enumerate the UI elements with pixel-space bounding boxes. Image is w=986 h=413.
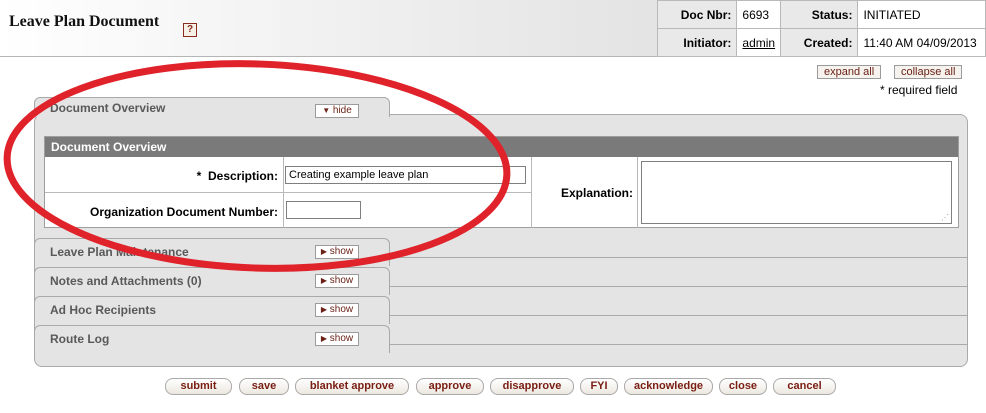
status-label: Status: [780, 0, 859, 29]
explanation-textarea[interactable]: ⋰ [641, 161, 952, 224]
divider [45, 192, 531, 193]
doc-nbr-label: Doc Nbr: [656, 0, 738, 29]
tab-title-ad-hoc-recipients: Ad Hoc Recipients [50, 303, 157, 317]
tab-title-leave-plan-maintenance: Leave Plan Maintenance [50, 245, 189, 259]
section-header: Document Overview [45, 137, 958, 157]
approve-button[interactable]: approve [416, 378, 484, 395]
show-route-log-button[interactable]: ▶ show [315, 332, 359, 346]
tab-title-document-overview: Document Overview [50, 101, 166, 115]
submit-button[interactable]: submit [165, 378, 232, 395]
divider [390, 344, 968, 345]
triangle-down-icon: ▼ [322, 106, 331, 115]
divider [390, 315, 968, 316]
show-leave-plan-maintenance-button[interactable]: ▶ show [315, 245, 359, 259]
tab-title-notes-and-attachments: Notes and Attachments (0) [50, 274, 202, 288]
initiator-label: Initiator: [656, 28, 738, 57]
blanket-approve-button[interactable]: blanket approve [295, 378, 409, 395]
help-icon[interactable]: ? [183, 23, 197, 37]
triangle-right-icon: ▶ [320, 334, 327, 343]
expand-all-button[interactable]: expand all [817, 65, 882, 79]
cancel-button[interactable]: cancel [773, 378, 836, 395]
org-doc-number-label: Organization Document Number: [89, 205, 278, 219]
status-value: INITIATED [857, 0, 986, 29]
collapse-all-button[interactable]: collapse all [894, 65, 963, 79]
document-info-table: Doc Nbr: 6693 Status: INITIATED Initiato… [656, 0, 986, 57]
document-header: Leave Plan Document ? Doc Nbr: 6693 Stat… [0, 0, 986, 57]
description-input[interactable] [285, 166, 526, 184]
acknowledge-button[interactable]: acknowledge [624, 378, 713, 395]
initiator-link[interactable]: admin [742, 36, 775, 50]
document-title: Leave Plan Document [9, 13, 160, 30]
show-ad-hoc-recipients-button[interactable]: ▶ show [315, 303, 359, 317]
explanation-label: Explanation: [560, 186, 633, 200]
fyi-button[interactable]: FYI [580, 378, 618, 395]
divider [531, 157, 532, 228]
triangle-right-icon: ▶ [320, 276, 327, 285]
save-button[interactable]: save [239, 378, 289, 395]
created-label: Created: [780, 28, 859, 57]
description-label: * Description: [196, 169, 278, 183]
divider [390, 257, 968, 258]
hide-document-overview-button[interactable]: ▼ hide [315, 104, 359, 118]
tab-title-route-log: Route Log [50, 332, 110, 346]
doc-nbr-value: 6693 [736, 0, 782, 29]
triangle-right-icon: ▶ [320, 305, 327, 314]
close-button[interactable]: close [719, 378, 767, 395]
divider [637, 157, 638, 228]
required-field-note: * required field [880, 83, 958, 97]
show-notes-and-attachments-button[interactable]: ▶ show [315, 274, 359, 288]
org-doc-number-input[interactable] [286, 201, 361, 219]
created-value: 11:40 AM 04/09/2013 [857, 28, 986, 57]
resize-grip-icon[interactable]: ⋰ [941, 213, 949, 222]
triangle-right-icon: ▶ [320, 247, 327, 256]
disapprove-button[interactable]: disapprove [490, 378, 574, 395]
divider [390, 286, 968, 287]
